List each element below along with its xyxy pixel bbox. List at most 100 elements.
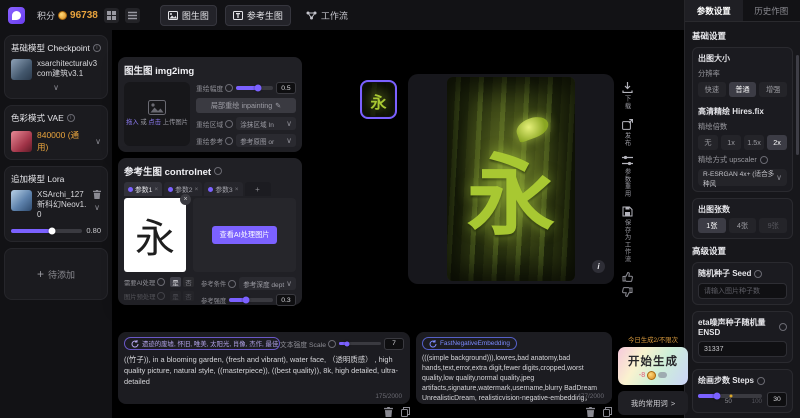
scale-1x[interactable]: 1x	[721, 135, 741, 150]
controlnet-preview-box: 查看AI处理图片	[193, 198, 296, 272]
arrow-right-icon: >	[671, 399, 675, 408]
count-1[interactable]: 1张	[698, 218, 726, 233]
my-common-words-button[interactable]: 我的常用词 >	[618, 391, 688, 415]
menu-button[interactable]	[125, 8, 140, 23]
trash-icon[interactable]	[384, 407, 393, 417]
count-4[interactable]: 4张	[729, 218, 757, 233]
yes-option: 是	[170, 291, 181, 301]
thumb-up-icon[interactable]	[622, 272, 633, 282]
generated-image[interactable]: 永	[447, 77, 575, 281]
download-button[interactable]: 下载	[622, 82, 633, 110]
ai-process-label: 需要AI处理	[124, 278, 155, 287]
remove-image-button[interactable]: ×	[180, 194, 191, 205]
resolution-enhanced[interactable]: 增强	[759, 82, 787, 97]
inpainting-button[interactable]: 局部重绘 inpainting ✎	[196, 98, 296, 113]
checkpoint-name: xsarchitecturalv3com建筑v3.1	[37, 59, 101, 80]
refresh-icon[interactable]	[131, 340, 139, 348]
prompt-suggestion-chip[interactable]: 遗迹的废墟, 怀旧, 唯美, 太阳光, 肖像, 杰作, 最佳质量	[124, 337, 280, 350]
grid-view-button[interactable]	[104, 8, 119, 23]
text-scale-value[interactable]: 7	[384, 338, 404, 350]
ensd-input[interactable]	[698, 341, 787, 357]
ref-condition-dropdown[interactable]: 参考深度 dept ∨	[239, 277, 296, 290]
controlnet-tabs: 参数1 × 参数2 × 参数3 × +	[124, 182, 296, 196]
trash-icon[interactable]	[93, 190, 101, 199]
steps-slider[interactable]: 50 100	[698, 394, 762, 406]
refresh-icon[interactable]	[429, 340, 437, 348]
chevron-down-icon[interactable]: ∨	[95, 137, 101, 146]
section-basic-settings: 基础设置	[692, 30, 793, 42]
tab-history[interactable]: 历史作图	[743, 0, 800, 21]
resolution-normal[interactable]: 普通	[729, 82, 757, 97]
no-option[interactable]: 否	[183, 277, 194, 287]
view-ai-processed-button[interactable]: 查看AI处理图片	[212, 226, 278, 244]
scale-1-5x[interactable]: 1.5x	[744, 135, 764, 150]
info-icon	[225, 120, 233, 128]
scale-2x[interactable]: 2x	[767, 135, 787, 150]
chevron-down-icon[interactable]: ∨	[94, 203, 100, 212]
count-9[interactable]: 9张	[759, 218, 787, 233]
tab-ref-generate[interactable]: 参考生图	[225, 5, 291, 26]
vae-row[interactable]: 840000 (通用) ∨	[11, 129, 101, 153]
lora-card[interactable]: 追加模型 Lora XSArchi_127新科幻Neov1.0 ∨ 0.80	[4, 166, 108, 242]
menu-icon	[128, 11, 137, 20]
prompt-chip-label: 遗迹的废墟, 怀旧, 唯美, 太阳光, 肖像, 杰作, 最佳质量	[142, 339, 280, 348]
vae-card[interactable]: 色彩模式 VAE i 840000 (通用) ∨	[4, 105, 108, 160]
lora-title-row: 追加模型 Lora	[11, 173, 101, 185]
negative-embedding-chip[interactable]: FastNegativeEmbedding	[422, 337, 517, 350]
yes-option[interactable]: 是	[170, 277, 181, 287]
controlnet-tab-3[interactable]: 参数3 ×	[204, 182, 242, 196]
ai-process-toggle[interactable]: 是 否	[170, 277, 194, 287]
negative-char-count: 477/2000	[577, 393, 604, 400]
cost-value: -8	[639, 372, 645, 379]
workflow-icon	[306, 11, 317, 20]
add-controlnet-tab-button[interactable]: +	[245, 182, 271, 196]
reuse-params-button[interactable]: 参数重用	[622, 155, 633, 197]
denoise-label: 重绘幅度	[196, 83, 223, 93]
chevron-down-icon[interactable]: ∨	[11, 83, 101, 92]
save-workflow-button[interactable]: 保存为工作流	[622, 206, 633, 263]
result-thumbnail-selected[interactable]: 永	[360, 80, 397, 119]
steps-value[interactable]: 30	[767, 392, 787, 407]
denoise-slider[interactable]	[236, 86, 273, 90]
lora-weight-slider[interactable]: 0.80	[11, 226, 101, 235]
tab-workflow[interactable]: 工作流	[299, 6, 355, 25]
checkpoint-card[interactable]: 基础模型 Checkpoint i xsarchitecturalv3com建筑…	[4, 35, 108, 99]
upload-click-label[interactable]: 点击	[148, 119, 161, 126]
ref-condition-value: 参考深度 dept	[243, 279, 284, 289]
points-value: 96738	[70, 10, 98, 21]
controlnet-tab-3-label: 参数3	[215, 184, 232, 194]
upscaler-dropdown[interactable]: R-ESRGAN 4x+ (适合多种风 ∨	[698, 169, 787, 186]
points-display[interactable]: 积分 96738	[37, 9, 98, 22]
region-dropdown[interactable]: 涂抹区域 In ∨	[236, 117, 296, 130]
close-icon[interactable]: ×	[154, 186, 158, 193]
tab-params-settings[interactable]: 参数设置	[685, 0, 743, 21]
close-icon[interactable]: ×	[235, 186, 239, 193]
start-generate-button[interactable]: 开始生成 -8	[618, 347, 688, 385]
refmode-dropdown[interactable]: 参考原图 or ∨	[236, 134, 296, 147]
add-model-button[interactable]: + 待添加	[4, 248, 108, 300]
ref-strength-value[interactable]: 0.3	[276, 294, 296, 306]
copy-icon[interactable]	[401, 407, 410, 417]
positive-prompt-input[interactable]: ((竹子)), in a blooming garden, (fresh and…	[124, 354, 404, 387]
copy-icon[interactable]	[603, 407, 612, 417]
tab-img2img[interactable]: 图生图	[160, 5, 217, 26]
trash-icon[interactable]	[586, 407, 595, 417]
close-icon[interactable]: ×	[195, 186, 199, 193]
app-logo[interactable]	[8, 7, 25, 24]
image-info-icon[interactable]: i	[592, 260, 605, 273]
scale-none[interactable]: 无	[698, 135, 718, 150]
publish-button[interactable]: 发布	[622, 119, 633, 147]
seed-input[interactable]	[698, 283, 787, 299]
resolution-fast[interactable]: 快速	[698, 82, 726, 97]
denoise-value[interactable]: 0.5	[276, 82, 296, 94]
controlnet-tab-1[interactable]: 参数1 ×	[124, 182, 162, 196]
scrollbar[interactable]	[796, 55, 799, 155]
ref-strength-slider[interactable]	[229, 298, 273, 302]
reuse-params-icon	[622, 155, 633, 166]
img2img-panel-title: 图生图 img2img	[124, 63, 194, 77]
points-label: 积分	[37, 9, 55, 22]
controlnet-reference-image[interactable]: 永 ×	[124, 198, 186, 272]
image-upload-dropzone[interactable]: 拖入 或 点击 上传图片	[124, 82, 190, 146]
text-scale-slider[interactable]	[339, 342, 381, 345]
thumb-down-icon[interactable]	[622, 287, 633, 297]
